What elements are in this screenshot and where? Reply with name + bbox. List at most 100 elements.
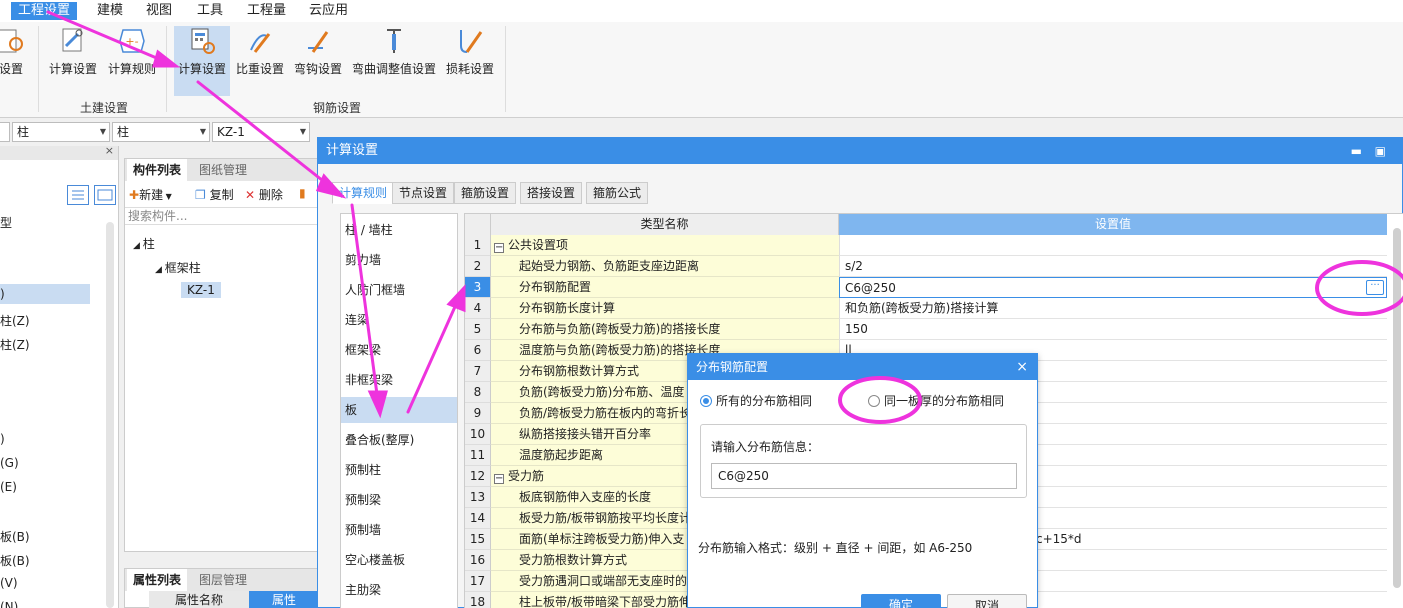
nav-item[interactable]: )	[0, 432, 5, 446]
nav-item[interactable]: (V)	[0, 576, 18, 590]
category-slab[interactable]: 板	[341, 397, 457, 423]
value-header: 设置值	[839, 214, 1387, 235]
row-value-editor[interactable]: C6@250 ···	[839, 277, 1387, 298]
project-settings-icon	[0, 29, 23, 53]
table-row[interactable]: 4 分布钢筋长度计算 和负筋(跨板受力筋)搭接计算	[465, 298, 1395, 319]
table-row[interactable]: 5 分布筋与负筋(跨板受力筋)的搭接长度 150	[465, 319, 1395, 340]
tree-node-column[interactable]: ◢ 柱	[133, 235, 155, 252]
tree-node-frame-column[interactable]: ◢ 框架柱	[155, 259, 201, 276]
category-precast-column[interactable]: 预制柱	[341, 457, 457, 483]
nav-item[interactable]: 板(B)	[0, 528, 30, 545]
nav-item-selected[interactable]: )	[0, 284, 90, 304]
copy-button[interactable]: ❐ 复制	[195, 186, 234, 203]
density-settings-button[interactable]: 比重设置	[234, 26, 286, 88]
table-row-active[interactable]: 3 分布钢筋配置 C6@250 ···	[465, 277, 1395, 298]
close-icon[interactable]: ×	[1016, 354, 1028, 380]
row-number: 17	[465, 571, 491, 592]
category-precast-wall[interactable]: 预制墙	[341, 517, 457, 543]
ellipsis-icon[interactable]: ···	[1366, 280, 1384, 295]
row-value[interactable]: 和负筋(跨板受力筋)搭接计算	[839, 298, 1387, 319]
ribbon-button-label: 计算规则	[107, 62, 156, 76]
component-selector[interactable]: KZ-1 ▼	[212, 122, 310, 142]
row-value[interactable]: 150	[839, 319, 1387, 340]
menu-tools[interactable]: 工具	[190, 2, 230, 20]
nav-item[interactable]: (E)	[0, 480, 17, 494]
type-selector[interactable]: 柱 ▼	[12, 122, 110, 142]
radio-same-thickness[interactable]: 同一板厚的分布筋相同	[868, 392, 1004, 409]
tab-stirrup-settings[interactable]: 箍筋设置	[454, 182, 517, 204]
delete-label: 删除	[258, 188, 283, 202]
category-shear-wall[interactable]: 剪力墙	[341, 247, 457, 273]
more-tools-icon[interactable]: ▮	[299, 186, 306, 200]
menu-view[interactable]: 视图	[139, 2, 179, 20]
tab-calc-rules[interactable]: 计算规则	[332, 182, 395, 204]
civil-calc-settings-button[interactable]: 计算设置	[44, 26, 102, 88]
bend-adjust-button[interactable]: 弯曲调整值设置	[350, 26, 438, 88]
row-number: 1	[465, 235, 491, 256]
close-icon[interactable]: ×	[105, 144, 114, 157]
radio-all-same[interactable]: 所有的分布筋相同	[700, 392, 812, 409]
table-row[interactable]: 2 起始受力钢筋、负筋距支座边距离 s/2	[465, 256, 1395, 277]
floor-selector-partial[interactable]	[0, 122, 10, 142]
menu-cloud[interactable]: 云应用	[302, 2, 355, 20]
property-value-header: 属性	[249, 591, 319, 608]
nav-item[interactable]: (N)	[0, 600, 18, 608]
loss-settings-button[interactable]: 损耗设置	[444, 26, 496, 88]
row-name: 分布筋与负筋(跨板受力筋)的搭接长度	[491, 319, 839, 340]
collapse-icon[interactable]: −	[494, 474, 504, 484]
tree-node-kz1[interactable]: KZ-1	[181, 282, 221, 298]
rebar-input-label: 请输入分布筋信息：	[711, 440, 820, 454]
collapse-icon[interactable]: −	[494, 243, 504, 253]
category-main-rib-beam[interactable]: 主肋梁	[341, 577, 457, 603]
category-hollow-slab[interactable]: 空心楼盖板	[341, 547, 457, 573]
nav-item[interactable]: 板(B)	[0, 552, 30, 569]
category-column-wall[interactable]: 柱 / 墙柱	[341, 217, 457, 243]
category-frame-beam[interactable]: 框架梁	[341, 337, 457, 363]
category-coupling-beam[interactable]: 连梁	[341, 307, 457, 333]
tab-property-list[interactable]: 属性列表	[127, 569, 188, 591]
ribbon-button-label: 计算设置	[48, 62, 97, 76]
category-composite-slab[interactable]: 叠合板(整厚)	[341, 427, 457, 453]
row-value[interactable]: s/2	[839, 256, 1387, 277]
menu-project-settings[interactable]: 工程设置	[11, 2, 78, 20]
delete-button[interactable]: ✕ 删除	[245, 186, 283, 203]
rebar-input-field[interactable]: C6@250	[711, 463, 1017, 489]
cancel-button[interactable]: 取消	[947, 594, 1027, 608]
panel-header: ×	[0, 144, 118, 160]
maximize-icon[interactable]: ▣	[1375, 138, 1386, 164]
nav-item[interactable]: (G)	[0, 456, 19, 470]
menu-modeling[interactable]: 建模	[90, 2, 130, 20]
project-settings-button-partial[interactable]: 设置	[0, 26, 30, 88]
new-button[interactable]: ✚新建 ▼	[129, 186, 172, 203]
tab-lap-settings[interactable]: 搭接设置	[520, 182, 583, 204]
category-non-frame-beam[interactable]: 非框架梁	[341, 367, 457, 393]
type-name-header: 类型名称	[491, 214, 839, 235]
category-civil-defense-wall[interactable]: 人防门框墙	[341, 277, 457, 303]
ok-button[interactable]: 确定	[861, 594, 941, 608]
tab-node-settings[interactable]: 节点设置	[392, 182, 455, 204]
minimize-icon[interactable]: ▬	[1351, 138, 1362, 164]
search-input[interactable]: 搜索构件...	[125, 207, 317, 225]
table-row[interactable]: 1− 公共设置项	[465, 235, 1395, 256]
nav-item[interactable]: 型	[0, 214, 12, 231]
rebar-calc-settings-button[interactable]: 计算设置	[174, 26, 230, 96]
civil-calc-rules-button[interactable]: +- 计算规则	[104, 26, 160, 88]
menu-quantity[interactable]: 工程量	[240, 2, 293, 20]
grid-view-icon[interactable]	[94, 185, 116, 205]
tab-drawing-management[interactable]: 图纸管理	[193, 159, 253, 181]
rebar-input-group: 请输入分布筋信息： C6@250	[700, 424, 1027, 498]
selector-value: KZ-1	[217, 125, 245, 139]
row-value[interactable]	[839, 235, 1387, 256]
nav-item[interactable]: 柱(Z)	[0, 312, 30, 329]
tab-stirrup-formula[interactable]: 箍筋公式	[586, 182, 649, 204]
list-view-icon[interactable]	[67, 185, 89, 205]
nav-item[interactable]: 柱(Z)	[0, 336, 30, 353]
format-hint: 分布筋输入格式：级别 + 直径 + 间距，如 A6-250	[698, 541, 973, 555]
tab-layer-management[interactable]: 图层管理	[193, 569, 253, 591]
scrollbar[interactable]	[1393, 228, 1401, 588]
scrollbar[interactable]	[106, 222, 114, 608]
category-precast-beam[interactable]: 预制梁	[341, 487, 457, 513]
hook-settings-button[interactable]: 弯钩设置	[292, 26, 344, 88]
tab-component-list[interactable]: 构件列表	[127, 159, 188, 181]
subtype-selector[interactable]: 柱 ▼	[112, 122, 210, 142]
